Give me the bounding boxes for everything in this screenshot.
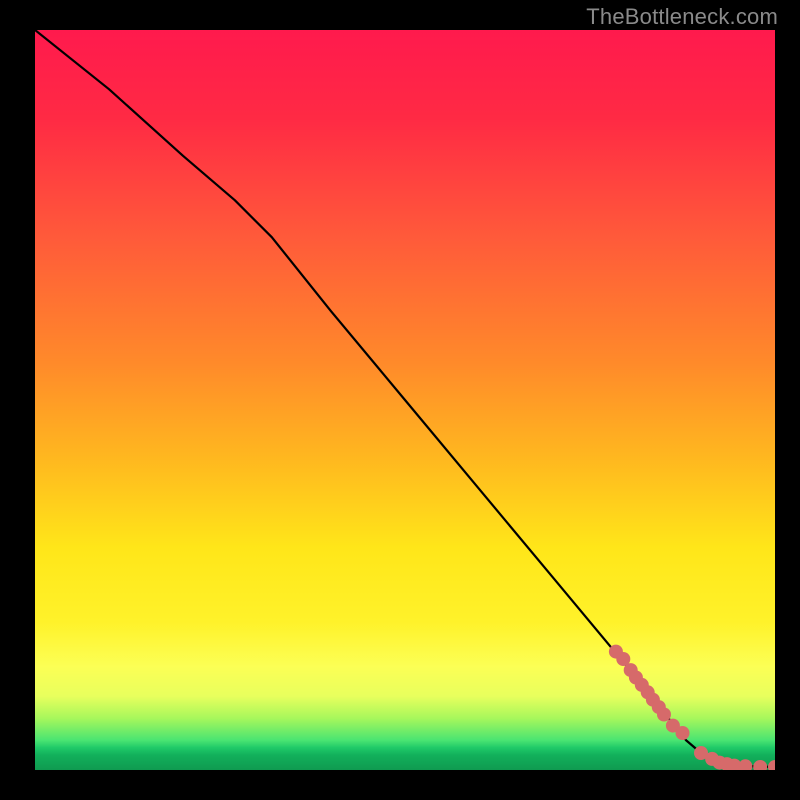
chart-frame: TheBottleneck.com xyxy=(0,0,800,800)
data-point xyxy=(676,726,690,740)
data-point xyxy=(768,760,775,770)
data-point xyxy=(738,759,752,770)
plot-area xyxy=(35,30,775,770)
measured-points xyxy=(609,645,775,770)
data-point xyxy=(753,760,767,770)
plot-overlay xyxy=(35,30,775,770)
bottleneck-curve xyxy=(35,30,775,767)
watermark-text: TheBottleneck.com xyxy=(586,4,778,30)
data-point xyxy=(657,708,671,722)
